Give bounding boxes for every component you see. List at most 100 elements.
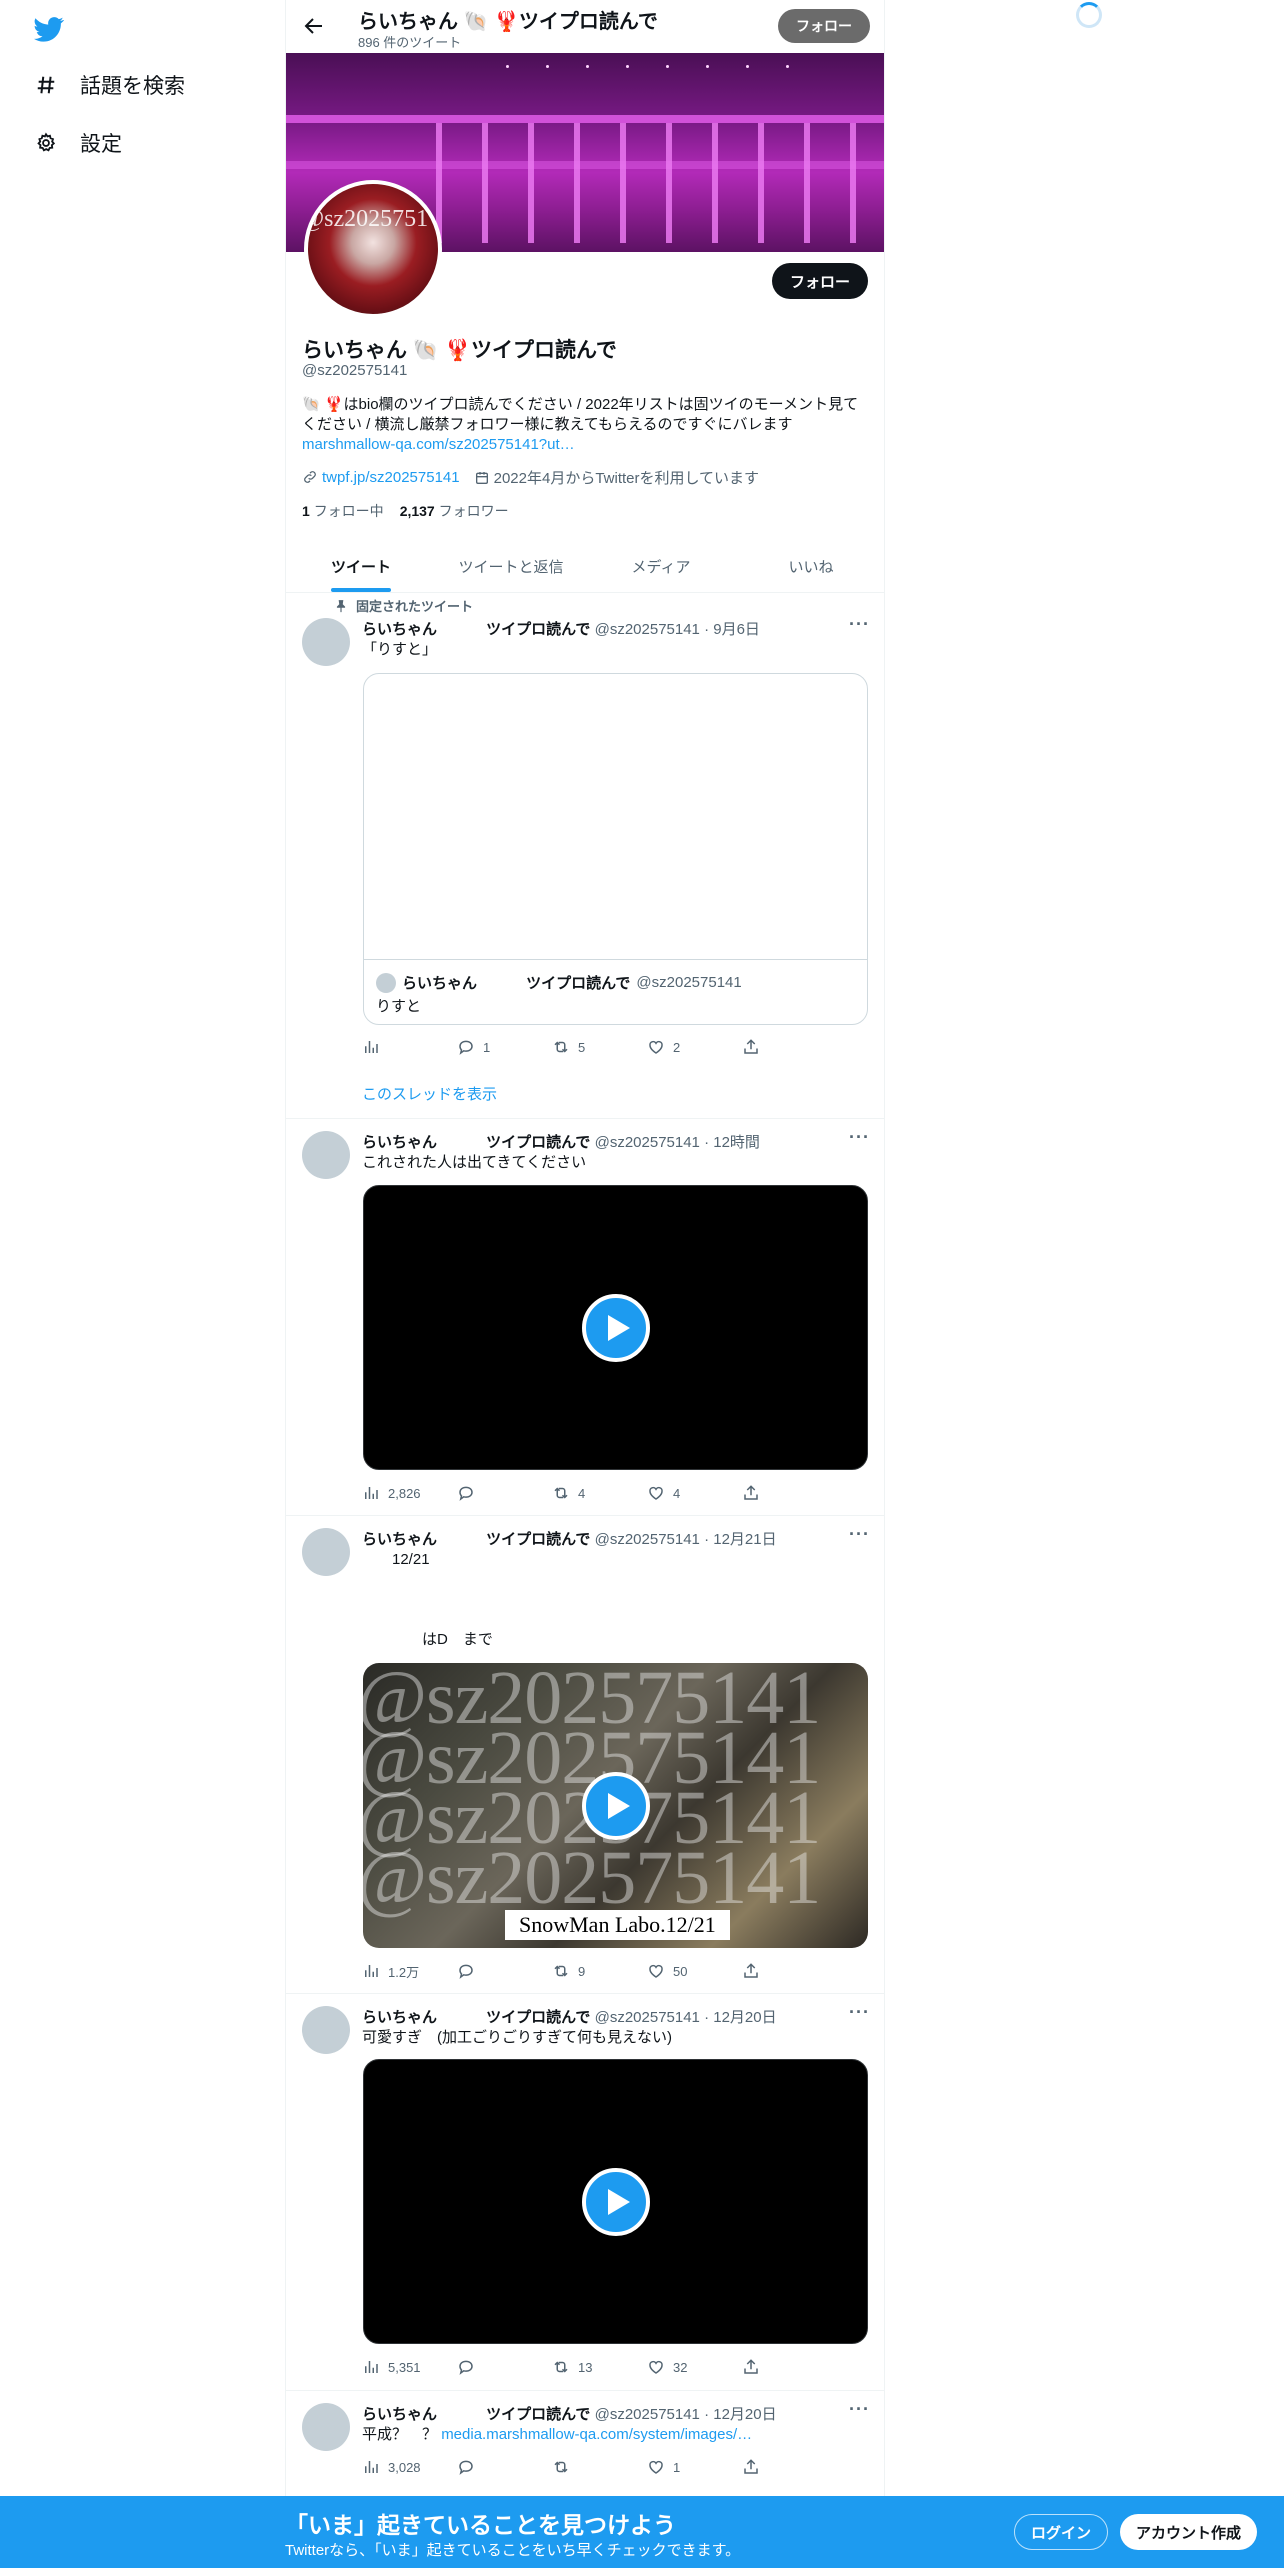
- banner-rail: [286, 161, 884, 169]
- views-icon: [365, 1041, 378, 1053]
- loading-spinner-icon: [1076, 2, 1102, 28]
- more-icon[interactable]: ···: [849, 614, 870, 635]
- tweet-author-name[interactable]: らいちゃん ツイプロ読んで: [362, 1134, 590, 1151]
- share-action[interactable]: [742, 2357, 802, 2377]
- following-stat[interactable]: 1 フォロー中: [302, 501, 384, 521]
- tweet-avatar[interactable]: [302, 2006, 350, 2054]
- tweet-header: らいちゃん ツイプロ読んで @sz202575141 · 9月6日: [362, 618, 760, 639]
- tweet-text: これされた人は出てきてください: [362, 1154, 587, 1171]
- more-icon[interactable]: ···: [849, 2399, 870, 2420]
- retweet-action[interactable]: 9: [552, 1961, 612, 1981]
- retweet-action[interactable]: 4: [552, 1483, 612, 1503]
- tweet-text: 平成？ ？ media.marshmallow-qa.com/system/im…: [362, 2425, 752, 2445]
- profile-handle: @sz202575141: [302, 362, 408, 379]
- share-action[interactable]: [742, 1037, 802, 1057]
- calendar-icon: [475, 472, 488, 484]
- reply-action[interactable]: [457, 2457, 517, 2477]
- reply-icon: [459, 1040, 473, 1055]
- like-count: 1: [673, 2459, 681, 2475]
- follow-button[interactable]: フォロー: [771, 263, 868, 299]
- tweet-meta: @sz202575141 · 12時間: [594, 1134, 760, 1151]
- reply-action[interactable]: 1: [457, 1037, 517, 1057]
- like-action[interactable]: 2: [647, 1037, 707, 1057]
- tweet-card[interactable]: らいちゃん ツイプロ読んで @sz202575141 · 12月21日 ··· …: [286, 1516, 884, 1994]
- play-icon[interactable]: [581, 1771, 650, 1840]
- heart-icon: [649, 1040, 663, 1054]
- share-icon: [744, 1485, 758, 1500]
- profile-avatar[interactable]: @sz2025751: [304, 180, 442, 318]
- retweet-count: 13: [578, 2359, 593, 2375]
- login-button[interactable]: ログイン: [1014, 2514, 1109, 2550]
- like-action[interactable]: 4: [647, 1483, 707, 1503]
- tweet-card[interactable]: らいちゃん ツイプロ読んで @sz202575141 · 12月20日 ··· …: [286, 1994, 884, 2391]
- following-count: 1: [302, 503, 310, 519]
- retweet-icon: [554, 2461, 568, 2473]
- like-action[interactable]: 32: [647, 2357, 707, 2377]
- retweet-action[interactable]: [552, 2457, 612, 2477]
- views-icon: [365, 1487, 378, 1499]
- retweet-action[interactable]: 5: [552, 1037, 612, 1057]
- more-icon[interactable]: ···: [849, 2002, 870, 2023]
- tweet-text: 12/21: [362, 1551, 430, 1568]
- twitter-bird-icon[interactable]: [32, 14, 66, 44]
- nav-explore[interactable]: 話題を検索: [34, 70, 185, 100]
- signup-button[interactable]: アカウント作成: [1120, 2514, 1258, 2550]
- tweet-author-name[interactable]: らいちゃん ツイプロ読んで: [362, 2009, 590, 2026]
- website-link[interactable]: twpf.jp/sz202575141: [322, 469, 460, 486]
- heart-icon: [649, 1964, 663, 1978]
- show-thread-link[interactable]: このスレッドを表示: [362, 1083, 497, 1104]
- views-action[interactable]: 5,351: [362, 2357, 422, 2377]
- nav-explore-label: 話題を検索: [80, 75, 185, 98]
- share-icon: [744, 2459, 758, 2474]
- video-player[interactable]: @sz202575141 @sz202575141 @sz202575141 @…: [363, 1663, 868, 1948]
- tab-likes[interactable]: いいね: [736, 540, 884, 592]
- tweet-link[interactable]: media.marshmallow-qa.com/system/images/…: [441, 2426, 752, 2443]
- views-icon: [365, 1965, 378, 1977]
- quoted-handle: @sz202575141: [636, 974, 742, 991]
- tweet-card[interactable]: らいちゃん ツイプロ読んで @sz202575141 · 12月20日 ··· …: [286, 2391, 884, 2501]
- reply-action[interactable]: [457, 1961, 517, 1981]
- profile-tabs: ツイート ツイートと返信 メディア いいね: [286, 540, 884, 593]
- tweet-avatar[interactable]: [302, 2403, 350, 2451]
- bio-link[interactable]: marshmallow-qa.com/sz202575141?ut…: [302, 436, 575, 453]
- share-action[interactable]: [742, 1961, 802, 1981]
- video-player[interactable]: [363, 2059, 868, 2344]
- retweet-action[interactable]: 13: [552, 2357, 612, 2377]
- tweet-author-name[interactable]: らいちゃん ツイプロ読んで: [362, 2406, 590, 2423]
- play-icon[interactable]: [581, 2167, 650, 2236]
- video-player[interactable]: [363, 1185, 868, 1470]
- tab-tweets[interactable]: ツイート: [286, 540, 436, 592]
- tweet-avatar[interactable]: [302, 618, 350, 666]
- like-action[interactable]: 1: [647, 2457, 707, 2477]
- views-action[interactable]: [362, 1037, 422, 1057]
- tab-media[interactable]: メディア: [586, 540, 736, 592]
- back-arrow-icon[interactable]: [302, 14, 326, 38]
- share-action[interactable]: [742, 2457, 802, 2477]
- tweet-author-name[interactable]: らいちゃん ツイプロ読んで: [362, 621, 590, 638]
- quoted-tweet[interactable]: らいちゃん ツイプロ読んで @sz202575141 りすと: [363, 673, 868, 1025]
- tab-tweets-replies[interactable]: ツイートと返信: [436, 540, 586, 592]
- more-icon[interactable]: ···: [849, 1524, 870, 1545]
- tweet-meta: @sz202575141 · 12月20日: [594, 2406, 777, 2423]
- tweet-avatar[interactable]: [302, 1528, 350, 1576]
- reply-action[interactable]: [457, 1483, 517, 1503]
- banner-bar: [482, 123, 488, 243]
- views-count: 5,351: [388, 2359, 421, 2375]
- share-action[interactable]: [742, 1483, 802, 1503]
- tweet-card[interactable]: らいちゃん ツイプロ読んで @sz202575141 · 12時間 ··· これ…: [286, 1119, 884, 1516]
- more-icon[interactable]: ···: [849, 1127, 870, 1148]
- followers-stat[interactable]: 2,137 フォロワー: [400, 501, 509, 521]
- play-icon[interactable]: [581, 1293, 650, 1362]
- header-follow-button[interactable]: フォロー: [778, 9, 870, 43]
- tweet-author-name[interactable]: らいちゃん ツイプロ読んで: [362, 1531, 590, 1548]
- tweet-avatar[interactable]: [302, 1131, 350, 1179]
- like-action[interactable]: 50: [647, 1961, 707, 1981]
- views-action[interactable]: 3,028: [362, 2457, 422, 2477]
- nav-settings[interactable]: 設定: [34, 128, 122, 158]
- banner-bar: [528, 123, 534, 243]
- views-action[interactable]: 1.2万: [362, 1961, 422, 1981]
- views-action[interactable]: 2,826: [362, 1483, 422, 1503]
- reply-action[interactable]: [457, 2357, 517, 2377]
- nav-settings-label: 設定: [80, 133, 122, 156]
- quoted-avatar: [376, 972, 396, 993]
